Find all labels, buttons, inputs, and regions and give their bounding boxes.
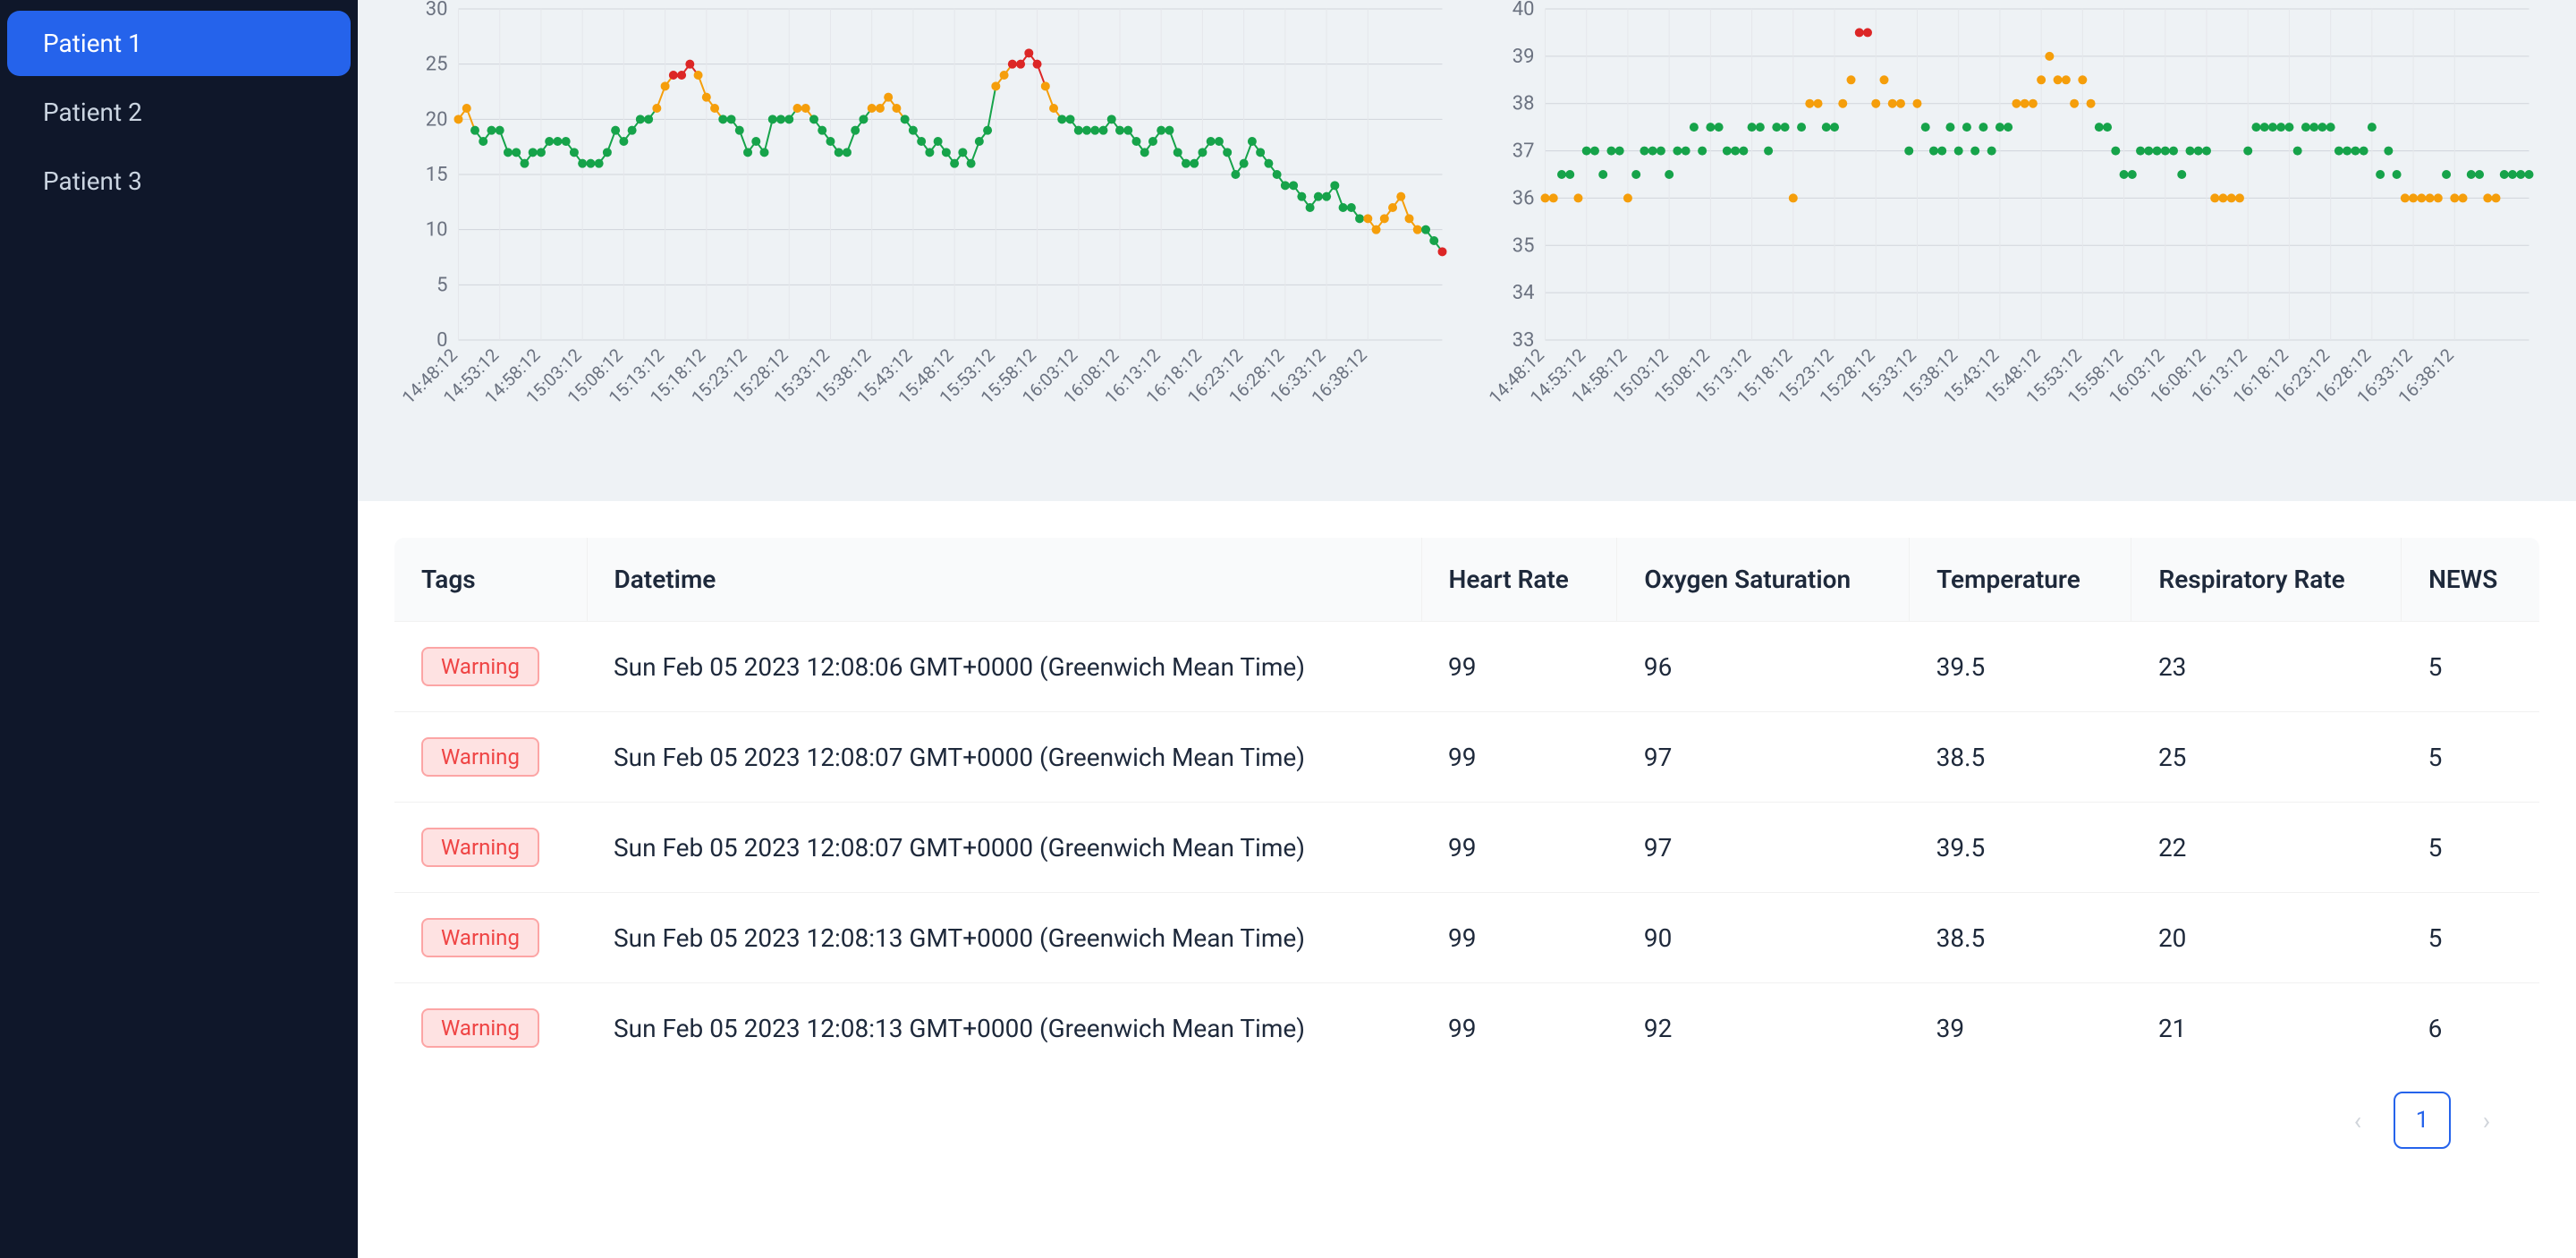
col-news[interactable]: NEWS — [2402, 538, 2540, 622]
next-page-icon[interactable]: › — [2469, 1106, 2504, 1135]
svg-text:40: 40 — [1513, 0, 1535, 21]
cell-hr: 99 — [1421, 983, 1617, 1074]
col-oxygen-saturation[interactable]: Oxygen Saturation — [1617, 538, 1910, 622]
cell-o2: 90 — [1617, 893, 1910, 983]
warning-tag: Warning — [421, 918, 539, 957]
temperature-chart[interactable]: 333435363738394014:48:1214:53:1214:58:12… — [1471, 0, 2549, 474]
svg-text:20: 20 — [426, 108, 448, 131]
svg-text:38: 38 — [1513, 93, 1535, 115]
warning-tag: Warning — [421, 828, 539, 867]
sidebar-item-patient-3[interactable]: Patient 3 — [7, 149, 351, 214]
main-content: 05101520253014:48:1214:53:1214:58:1215:0… — [358, 0, 2576, 1258]
cell-rr: 21 — [2131, 983, 2402, 1074]
svg-text:15: 15 — [426, 164, 448, 186]
col-datetime[interactable]: Datetime — [587, 538, 1421, 622]
svg-text:39: 39 — [1513, 46, 1535, 68]
cell-tag: Warning — [394, 803, 588, 893]
cell-temp: 38.5 — [1910, 893, 2131, 983]
cell-rr: 20 — [2131, 893, 2402, 983]
cell-temp: 38.5 — [1910, 712, 2131, 803]
cell-rr: 23 — [2131, 622, 2402, 712]
cell-rr: 25 — [2131, 712, 2402, 803]
cell-datetime: Sun Feb 05 2023 12:08:13 GMT+0000 (Green… — [587, 983, 1421, 1074]
cell-tag: Warning — [394, 622, 588, 712]
table-row: Warning Sun Feb 05 2023 12:08:07 GMT+0000… — [394, 803, 2540, 893]
cell-tag: Warning — [394, 712, 588, 803]
cell-news: 5 — [2402, 622, 2540, 712]
cell-rr: 22 — [2131, 803, 2402, 893]
cell-hr: 99 — [1421, 803, 1617, 893]
cell-o2: 97 — [1617, 712, 1910, 803]
vitals-table-wrap: TagsDatetimeHeart RateOxygen SaturationT… — [358, 501, 2576, 1258]
table-row: Warning Sun Feb 05 2023 12:08:07 GMT+0000… — [394, 712, 2540, 803]
svg-text:5: 5 — [436, 274, 447, 296]
charts-panel: 05101520253014:48:1214:53:1214:58:1215:0… — [358, 0, 2576, 501]
svg-text:30: 30 — [426, 0, 448, 21]
prev-page-icon[interactable]: ‹ — [2340, 1106, 2376, 1135]
cell-o2: 97 — [1617, 803, 1910, 893]
cell-hr: 99 — [1421, 893, 1617, 983]
warning-tag: Warning — [421, 737, 539, 777]
cell-temp: 39.5 — [1910, 803, 2131, 893]
col-tags[interactable]: Tags — [394, 538, 588, 622]
warning-tag: Warning — [421, 647, 539, 686]
page-1-button[interactable]: 1 — [2394, 1092, 2451, 1149]
table-row: Warning Sun Feb 05 2023 12:08:13 GMT+0000… — [394, 893, 2540, 983]
cell-datetime: Sun Feb 05 2023 12:08:07 GMT+0000 (Green… — [587, 803, 1421, 893]
cell-datetime: Sun Feb 05 2023 12:08:13 GMT+0000 (Green… — [587, 893, 1421, 983]
svg-text:37: 37 — [1513, 140, 1535, 163]
table-row: Warning Sun Feb 05 2023 12:08:06 GMT+0000… — [394, 622, 2540, 712]
cell-o2: 96 — [1617, 622, 1910, 712]
cell-o2: 92 — [1617, 983, 1910, 1074]
svg-text:25: 25 — [426, 54, 448, 76]
pagination: ‹ 1 › — [394, 1074, 2540, 1185]
cell-temp: 39.5 — [1910, 622, 2131, 712]
sidebar-item-patient-1[interactable]: Patient 1 — [7, 11, 351, 76]
cell-news: 5 — [2402, 893, 2540, 983]
sidebar: Patient 1Patient 2Patient 3 — [0, 0, 358, 1258]
cell-hr: 99 — [1421, 622, 1617, 712]
col-heart-rate[interactable]: Heart Rate — [1421, 538, 1617, 622]
col-respiratory-rate[interactable]: Respiratory Rate — [2131, 538, 2402, 622]
cell-news: 5 — [2402, 803, 2540, 893]
svg-text:36: 36 — [1513, 187, 1535, 209]
sidebar-item-patient-2[interactable]: Patient 2 — [7, 80, 351, 145]
cell-news: 5 — [2402, 712, 2540, 803]
cell-datetime: Sun Feb 05 2023 12:08:06 GMT+0000 (Green… — [587, 622, 1421, 712]
svg-text:35: 35 — [1513, 234, 1535, 257]
cell-news: 6 — [2402, 983, 2540, 1074]
cell-tag: Warning — [394, 983, 588, 1074]
vitals-table: TagsDatetimeHeart RateOxygen SaturationT… — [394, 537, 2540, 1074]
cell-hr: 99 — [1421, 712, 1617, 803]
respiratory-rate-chart[interactable]: 05101520253014:48:1214:53:1214:58:1215:0… — [385, 0, 1462, 474]
svg-text:34: 34 — [1513, 282, 1535, 304]
cell-datetime: Sun Feb 05 2023 12:08:07 GMT+0000 (Green… — [587, 712, 1421, 803]
warning-tag: Warning — [421, 1008, 539, 1048]
cell-tag: Warning — [394, 893, 588, 983]
table-row: Warning Sun Feb 05 2023 12:08:13 GMT+0000… — [394, 983, 2540, 1074]
cell-temp: 39 — [1910, 983, 2131, 1074]
col-temperature[interactable]: Temperature — [1910, 538, 2131, 622]
svg-text:10: 10 — [426, 219, 448, 242]
